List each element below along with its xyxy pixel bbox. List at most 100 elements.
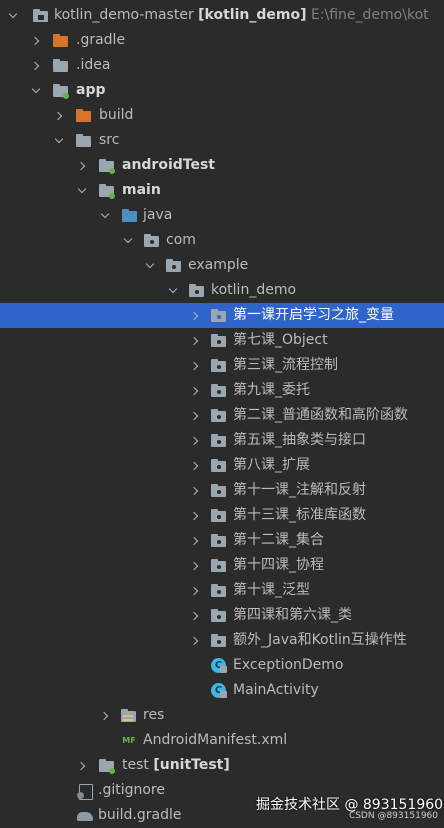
watermark-subtext: CSDN @893151960: [348, 811, 438, 821]
chevron-right-icon[interactable]: [188, 528, 202, 553]
tree-row-mainactivity-file[interactable]: C MainActivity: [0, 678, 444, 703]
chevron-down-icon[interactable]: [75, 178, 89, 203]
tree-row-lesson-package[interactable]: 第八课_扩展: [0, 453, 444, 478]
tree-item-label: kotlin_demo: [211, 282, 297, 298]
source-set-name: [unitTest]: [153, 757, 230, 773]
tree-row-lesson-package[interactable]: 第十四课_协程: [0, 553, 444, 578]
chevron-right-icon[interactable]: [188, 578, 202, 603]
tree-row-lesson-package[interactable]: 第二课_普通函数和高阶函数: [0, 403, 444, 428]
tree-row-exceptiondemo-file[interactable]: C ExceptionDemo: [0, 653, 444, 678]
chevron-right-icon[interactable]: [29, 28, 43, 53]
chevron-right-icon[interactable]: [188, 353, 202, 378]
tree-row-res-folder[interactable]: res: [0, 703, 444, 728]
tree-item-label: .gitignore: [98, 782, 165, 798]
tree-item-label: ExceptionDemo: [233, 657, 344, 673]
tree-row-gradle-folder[interactable]: .gradle: [0, 28, 444, 53]
chevron-right-icon[interactable]: [188, 628, 202, 653]
tree-item-label: 第十二课_集合: [233, 532, 324, 548]
tree-item-label: test: [122, 757, 149, 773]
tree-row-androidtest-folder[interactable]: androidTest: [0, 153, 444, 178]
tree-item-label: 第五课_抽象类与接口: [233, 432, 366, 448]
tree-row-lesson-package[interactable]: 第十二课_集合: [0, 528, 444, 553]
chevron-down-icon[interactable]: [98, 203, 112, 228]
chevron-right-icon[interactable]: [188, 503, 202, 528]
package-icon: [210, 583, 228, 599]
tree-row-example-package[interactable]: example: [0, 253, 444, 278]
gradle-file-icon: [76, 808, 94, 824]
tree-item-label: .idea: [76, 57, 111, 73]
chevron-right-icon[interactable]: [188, 553, 202, 578]
tree-row-main-folder[interactable]: main: [0, 178, 444, 203]
package-icon: [210, 433, 228, 449]
tree-item-label: androidTest: [122, 157, 215, 173]
chevron-right-icon[interactable]: [98, 703, 112, 728]
tree-row-lesson-package[interactable]: 第三课_流程控制: [0, 353, 444, 378]
tree-row-build-folder[interactable]: build: [0, 103, 444, 128]
tree-item-label: AndroidManifest.xml: [143, 732, 288, 748]
package-icon: [143, 233, 161, 249]
tree-row-lesson-package[interactable]: 第十课_泛型: [0, 578, 444, 603]
chevron-down-icon[interactable]: [52, 128, 66, 153]
chevron-right-icon[interactable]: [188, 303, 202, 328]
tree-row-lesson-package[interactable]: 第十一课_注解和反射: [0, 478, 444, 503]
source-root-folder-icon: [121, 208, 139, 224]
tree-row-app-module[interactable]: app: [0, 78, 444, 103]
chevron-right-icon[interactable]: [29, 53, 43, 78]
chevron-right-icon[interactable]: [188, 403, 202, 428]
tree-row-lesson-package[interactable]: 额外_Java和Kotlin互操作性: [0, 628, 444, 653]
tree-item-label: 第三课_流程控制: [233, 357, 338, 373]
tree-item-label: 第四课和第六课_类: [233, 607, 352, 623]
tree-row-src-folder[interactable]: src: [0, 128, 444, 153]
chevron-right-icon[interactable]: [188, 328, 202, 353]
tree-row-com-package[interactable]: com: [0, 228, 444, 253]
tree-item-label: 第十课_泛型: [233, 582, 310, 598]
package-icon: [210, 558, 228, 574]
package-icon: [210, 333, 228, 349]
tree-item-label: .gradle: [76, 32, 126, 48]
tree-item-label: 第二课_普通函数和高阶函数: [233, 407, 408, 423]
chevron-right-icon[interactable]: [52, 103, 66, 128]
package-icon: [210, 358, 228, 374]
tree-item-label: 额外_Java和Kotlin互操作性: [233, 632, 407, 648]
chevron-right-icon[interactable]: [188, 378, 202, 403]
chevron-right-icon[interactable]: [188, 453, 202, 478]
tree-item-label: 第八课_扩展: [233, 457, 310, 473]
tree-row-test-folder[interactable]: test [unitTest]: [0, 753, 444, 778]
tree-row-java-folder[interactable]: java: [0, 203, 444, 228]
chevron-down-icon[interactable]: [143, 253, 157, 278]
package-icon: [210, 633, 228, 649]
test-folder-icon: [98, 158, 116, 174]
chevron-down-icon[interactable]: [6, 3, 20, 28]
package-icon: [210, 458, 228, 474]
chevron-down-icon[interactable]: [29, 78, 43, 103]
tree-row-androidmanifest-file[interactable]: MF AndroidManifest.xml: [0, 728, 444, 753]
tree-row-lesson-package-selected[interactable]: 第一课开启学习之旅_变量: [0, 303, 444, 328]
chevron-right-icon[interactable]: [188, 478, 202, 503]
tree-row-kotlin-demo-package[interactable]: kotlin_demo: [0, 278, 444, 303]
tree-item-label: build: [99, 107, 134, 123]
tree-item-label: build.gradle: [98, 807, 182, 823]
tree-row-idea-folder[interactable]: .idea: [0, 53, 444, 78]
chevron-right-icon[interactable]: [188, 603, 202, 628]
excluded-folder-icon: [75, 108, 93, 124]
kotlin-class-icon: C: [210, 658, 228, 674]
source-set-folder-icon: [98, 183, 116, 199]
package-icon: [210, 608, 228, 624]
folder-icon: [75, 133, 93, 149]
project-path: E:\fine_demo\kot: [310, 7, 429, 23]
tree-item-label: 第十四课_协程: [233, 557, 324, 573]
chevron-right-icon[interactable]: [75, 753, 89, 778]
project-name: kotlin_demo-master: [54, 7, 194, 23]
tree-row-lesson-package[interactable]: 第十三课_标准库函数: [0, 503, 444, 528]
tree-row-lesson-package[interactable]: 第九课_委托: [0, 378, 444, 403]
chevron-right-icon[interactable]: [75, 153, 89, 178]
chevron-right-icon[interactable]: [188, 428, 202, 453]
package-icon: [210, 308, 228, 324]
chevron-down-icon[interactable]: [121, 228, 135, 253]
chevron-down-icon[interactable]: [166, 278, 180, 303]
tree-row-project-root[interactable]: kotlin_demo-master [kotlin_demo] E:\fine…: [0, 3, 444, 28]
tree-row-lesson-package[interactable]: 第七课_Object: [0, 328, 444, 353]
tree-row-lesson-package[interactable]: 第五课_抽象类与接口: [0, 428, 444, 453]
tree-row-lesson-package[interactable]: 第四课和第六课_类: [0, 603, 444, 628]
folder-icon: [52, 58, 70, 74]
